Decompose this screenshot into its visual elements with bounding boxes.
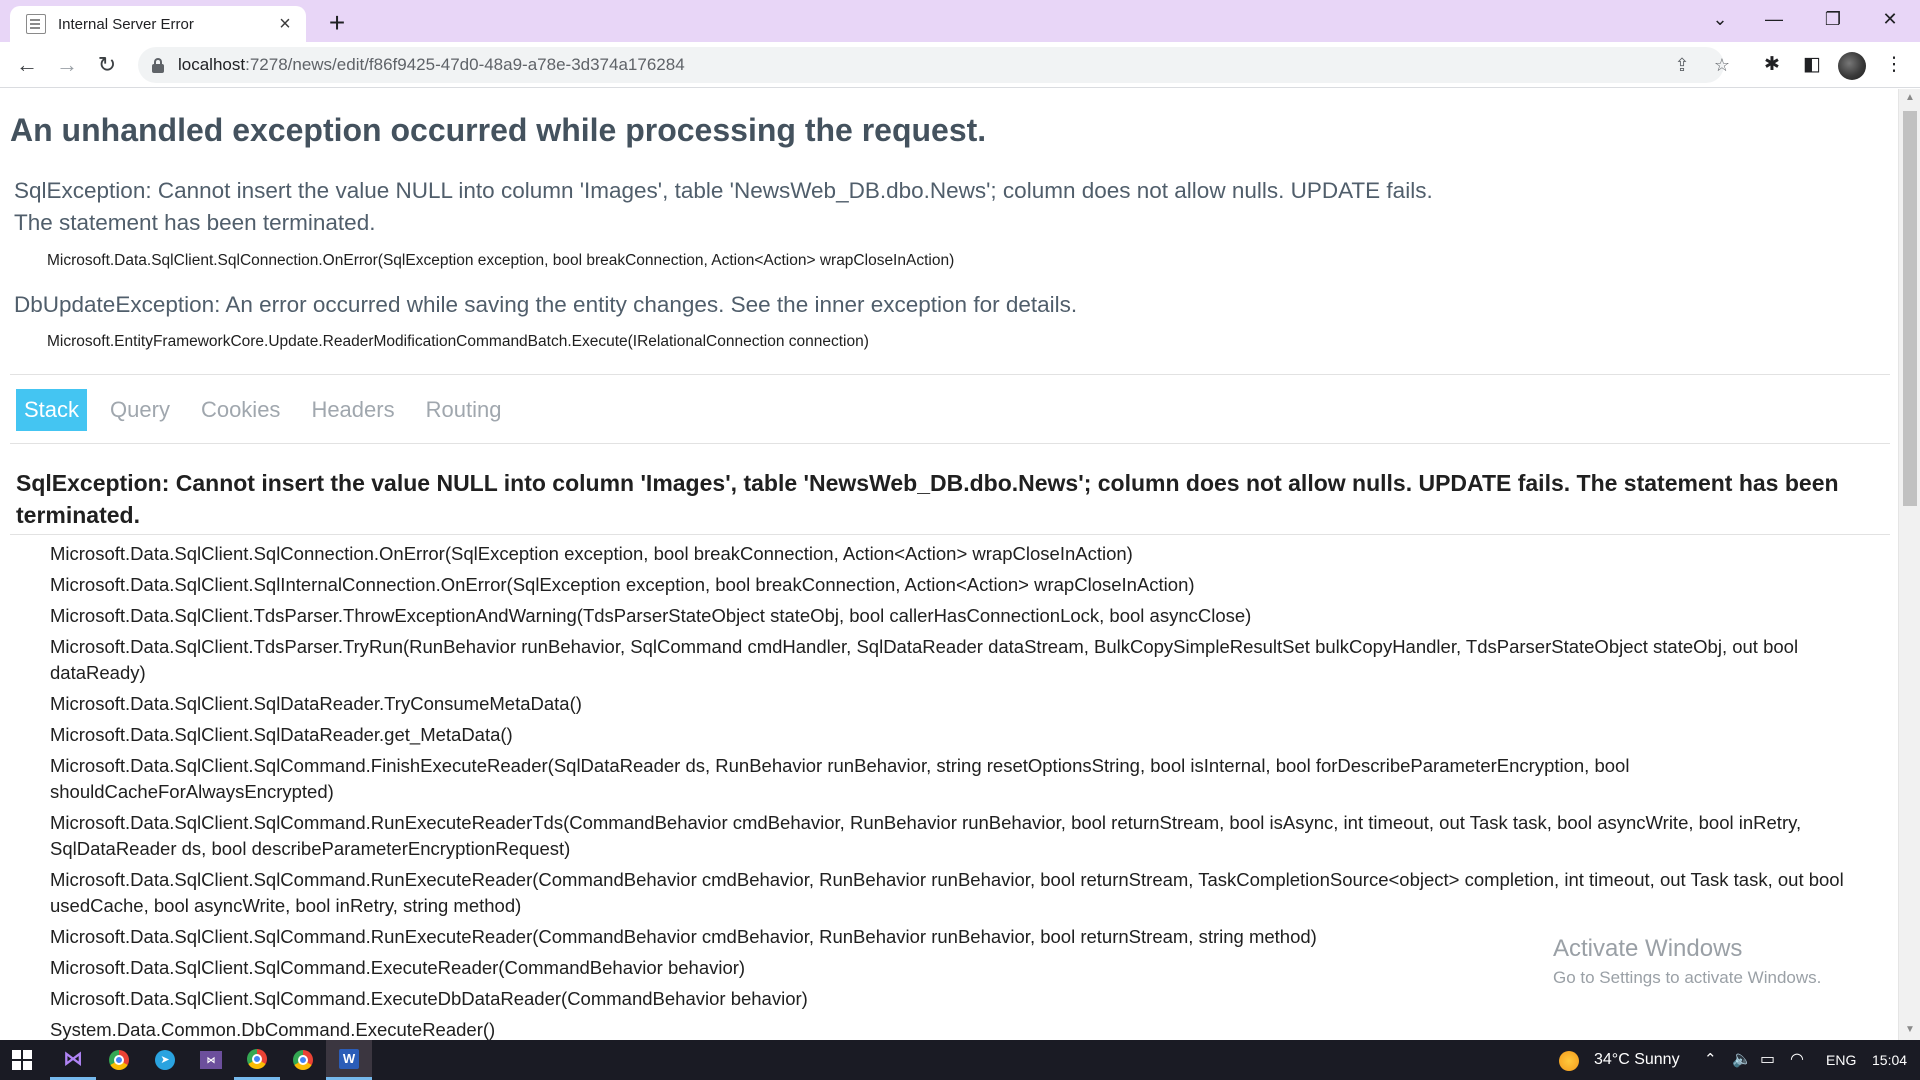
scroll-down-arrow-icon[interactable]: ▼ [1899,1021,1920,1039]
scroll-up-arrow-icon[interactable]: ▲ [1899,89,1920,107]
browser-toolbar: ← → ↻ localhost:7278/news/edit/f86f9425-… [0,42,1920,88]
stack-frame[interactable]: Microsoft.Data.SqlClient.SqlCommand.Fini… [50,753,1880,805]
language-indicator[interactable]: ENG [1826,1040,1856,1080]
stack-frame[interactable]: Microsoft.Data.SqlClient.SqlCommand.RunE… [50,810,1880,862]
stack-frame[interactable]: Microsoft.Data.SqlClient.SqlDataReader.T… [50,691,1880,717]
page-favicon-icon [26,14,46,34]
tab-query[interactable]: Query [102,389,178,431]
chrome-icon [247,1048,267,1069]
page-content: An unhandled exception occurred while pr… [0,89,1898,1040]
tab-routing[interactable]: Routing [418,389,510,431]
extensions-puzzle-icon[interactable]: ✱ [1758,51,1786,79]
sql-management-studio-icon: ⋈ [200,1051,222,1069]
close-window-button[interactable]: ✕ [1868,4,1912,34]
exception-message-continued: The statement has been terminated. [14,210,376,235]
windows-start-icon[interactable] [12,1050,32,1070]
divider [10,443,1890,444]
windows-taskbar: ⋈ ➤ ⋈ W 34°C Sunny ⌃ 🔈 ▭ ◠ ENG 15:04 [0,1040,1920,1080]
page-title: An unhandled exception occurred while pr… [10,112,987,148]
bookmark-star-icon[interactable]: ☆ [1708,51,1736,79]
tab-stack[interactable]: Stack [16,389,88,431]
browser-tab-active[interactable]: Internal Server Error × [10,6,306,42]
exception-location: Microsoft.EntityFrameworkCore.Update.Rea… [47,333,869,350]
url-text[interactable]: localhost:7278/news/edit/f86f9425-47d0-4… [178,47,685,83]
page-scrollbar[interactable]: ▲ ▼ [1898,89,1920,1040]
tab-cookies[interactable]: Cookies [193,389,288,431]
forward-button[interactable]: → [50,48,84,82]
minimize-button[interactable]: — [1752,4,1796,34]
new-tab-button[interactable]: + [322,8,352,38]
reload-button[interactable]: ↻ [90,48,124,82]
tab-title: Internal Server Error [58,15,194,33]
show-hidden-icons-chevron-icon[interactable]: ⌃ [1704,1040,1717,1080]
taskbar-chrome-dev[interactable] [234,1040,280,1080]
tab-close-icon[interactable]: × [274,13,296,35]
chrome-icon [109,1050,129,1070]
telegram-icon: ➤ [155,1050,175,1070]
lock-icon[interactable] [152,58,164,73]
side-panel-icon[interactable]: ◧ [1798,51,1826,79]
stack-exception-title: SqlException: Cannot insert the value NU… [16,470,1839,528]
wifi-icon[interactable]: ◠ [1790,1040,1804,1080]
watermark-subtitle: Go to Settings to activate Windows. [1553,968,1822,987]
error-tabs: Stack Query Cookies Headers Routing [16,389,524,431]
menu-kebab-icon[interactable]: ⋮ [1880,51,1908,79]
back-button[interactable]: ← [10,48,44,82]
stack-frame[interactable]: Microsoft.Data.SqlClient.SqlCommand.RunE… [50,867,1880,919]
taskbar-visual-studio[interactable]: ⋈ [50,1040,96,1080]
word-icon: W [339,1048,359,1069]
browser-titlebar: Internal Server Error × + ⌄ — ❐ ✕ [0,0,1920,42]
chrome-icon [293,1050,313,1070]
stack-frame[interactable]: Microsoft.Data.SqlClient.SqlInternalConn… [50,572,1880,598]
profile-avatar[interactable] [1838,52,1866,80]
weather-text[interactable]: 34°C Sunny [1594,1040,1680,1080]
exception-message: SqlException: Cannot insert the value NU… [14,178,1433,203]
watermark-title: Activate Windows [1553,935,1743,962]
taskbar-chrome[interactable] [96,1040,142,1080]
tab-search-chevron-icon[interactable]: ⌄ [1698,4,1742,34]
weather-sun-icon[interactable] [1559,1051,1579,1071]
stack-frame[interactable]: System.Data.Common.DbCommand.ExecuteRead… [50,1017,1880,1040]
exception-location: Microsoft.Data.SqlClient.SqlConnection.O… [47,252,955,269]
activate-windows-watermark: Activate Windows Go to Settings to activ… [1553,934,1821,990]
restore-button[interactable]: ❐ [1811,4,1855,34]
url-path: :7278/news/edit/f86f9425-47d0-48a9-a78e-… [245,55,685,74]
divider [10,374,1890,375]
visual-studio-icon: ⋈ [63,1047,83,1070]
stack-frame[interactable]: Microsoft.Data.SqlClient.SqlConnection.O… [50,541,1880,567]
divider [10,534,1890,535]
taskbar-telegram[interactable]: ➤ [142,1040,188,1080]
share-icon[interactable]: ⇪ [1668,51,1696,79]
clock-time[interactable]: 15:04 [1872,1040,1907,1080]
stack-frame[interactable]: Microsoft.Data.SqlClient.TdsParser.Throw… [50,603,1880,629]
taskbar-ssms[interactable]: ⋈ [188,1040,234,1080]
stack-frame[interactable]: Microsoft.Data.SqlClient.SqlDataReader.g… [50,722,1880,748]
taskbar-chrome-2[interactable] [280,1040,326,1080]
address-bar[interactable]: localhost:7278/news/edit/f86f9425-47d0-4… [138,47,1730,83]
scrollbar-thumb[interactable] [1903,111,1917,506]
stack-frame[interactable]: Microsoft.Data.SqlClient.TdsParser.TryRu… [50,634,1880,686]
speaker-icon[interactable]: 🔈 [1732,1040,1752,1080]
exception-message: DbUpdateException: An error occurred whi… [14,292,1078,317]
battery-icon[interactable]: ▭ [1760,1040,1775,1080]
url-host: localhost [178,55,246,74]
tab-headers[interactable]: Headers [303,389,402,431]
taskbar-word[interactable]: W [326,1040,372,1080]
